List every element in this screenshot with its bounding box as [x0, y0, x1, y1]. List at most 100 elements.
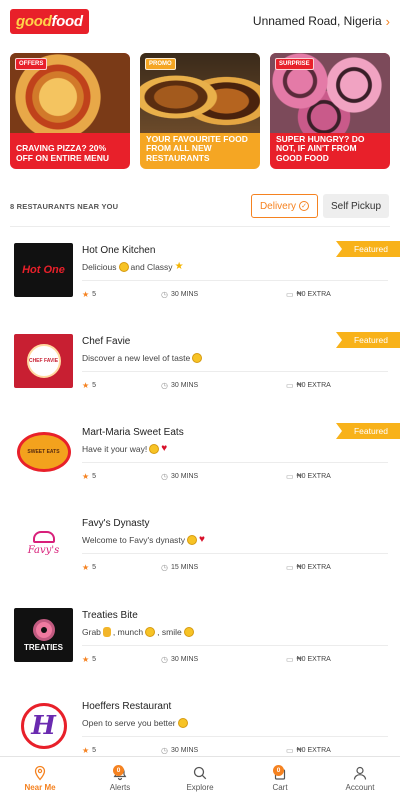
- restaurant-name: Hoeffers Restaurant: [82, 701, 172, 712]
- star-emoji-icon: ★: [174, 261, 184, 272]
- star-icon: ★: [82, 563, 90, 572]
- restaurant-logo: Hot One: [14, 243, 73, 297]
- promo-carousel: OFFERS CRAVING PIZZA? 20% OFF ON ENTIRE …: [10, 53, 390, 169]
- restaurant-description: Have it your way! ♥: [82, 444, 167, 454]
- rating-value: 5: [92, 473, 97, 480]
- promo-text: YOUR FAVOURITE FOOD FROM ALL NEW RESTAUR…: [146, 133, 248, 164]
- logo-text: Favy's: [27, 544, 60, 556]
- alerts-badge: 0: [113, 765, 124, 776]
- promo-text: SUPER HUNGRY? DO NOT, IF AIN'T FROM GOOD…: [276, 133, 365, 164]
- delivery-tab[interactable]: Delivery ✓: [251, 194, 318, 218]
- star-icon: ★: [82, 472, 90, 481]
- bottom-nav: Near Me 0 Alerts Explore 0 Cart Account: [0, 756, 400, 800]
- promo-text: CRAVING PIZZA? 20% OFF ON ENTIRE MENU: [16, 143, 110, 164]
- yum-emoji-icon: [192, 353, 203, 363]
- restaurant-name: Chef Favie: [82, 336, 131, 347]
- restaurant-name: Hot One Kitchen: [82, 245, 156, 256]
- yum-emoji-icon: [149, 444, 160, 454]
- delivery-fee: ▭ ₦0 EXTRA: [286, 290, 331, 299]
- delivery-time: ◷ 30 MINS: [161, 472, 198, 481]
- search-icon: [193, 766, 207, 780]
- location-text: Unnamed Road, Nigeria: [252, 14, 382, 28]
- divider: [82, 280, 388, 281]
- fee-tag-icon: ▭: [286, 563, 294, 572]
- restaurant-row-favys-dynasty[interactable]: Favy's Favy's Dynasty Welcome to Favy's …: [0, 505, 400, 593]
- restaurant-list[interactable]: Hot One Hot One Kitchen Delicious and Cl…: [0, 232, 400, 756]
- featured-badge: Featured: [336, 332, 400, 348]
- nav-explore[interactable]: Explore: [160, 757, 240, 800]
- restaurant-logo: TREATIES: [14, 608, 73, 662]
- restaurant-count-label: 8 RESTAURANTS NEAR YOU: [10, 202, 119, 211]
- fee-tag-icon: ▭: [286, 746, 294, 755]
- restaurant-row-chef-favie[interactable]: CHEF FAVIE Chef Favie Discover a new lev…: [0, 323, 400, 411]
- yum-emoji-icon: [118, 262, 129, 272]
- nav-alerts[interactable]: 0 Alerts: [80, 757, 160, 800]
- time-value: 15 MINS: [170, 564, 199, 571]
- location-selector[interactable]: Unnamed Road, Nigeria ›: [253, 14, 390, 29]
- logo-disc: SWEET EATS: [16, 432, 71, 472]
- delivery-fee: ▭ ₦0 EXTRA: [286, 381, 331, 390]
- promo-tag: OFFERS: [15, 58, 48, 70]
- cart-badge: 0: [273, 765, 284, 776]
- restaurant-name: Mart-Maria Sweet Eats: [82, 427, 184, 438]
- restaurant-logo: CHEF FAVIE: [14, 334, 73, 388]
- restaurant-name: Favy's Dynasty: [82, 518, 150, 529]
- restaurant-row-hoeffers-restaurant[interactable]: H Hoeffers Restaurant Open to serve you …: [0, 688, 400, 756]
- self-pickup-tab[interactable]: Self Pickup: [323, 194, 389, 218]
- restaurant-row-hot-one-kitchen[interactable]: Hot One Hot One Kitchen Delicious and Cl…: [0, 232, 400, 320]
- promo-tag: PROMO: [145, 58, 176, 70]
- logo-text: TREATIES: [24, 642, 63, 652]
- promo-card-promo[interactable]: PROMO YOUR FAVOURITE FOOD FROM ALL NEW R…: [140, 53, 260, 169]
- clock-icon: ◷: [161, 472, 168, 481]
- rating-value: 5: [92, 747, 97, 754]
- restaurant-description: Delicious and Classy ★: [82, 262, 184, 272]
- restaurant-row-treaties-bite[interactable]: TREATIES Treaties Bite Grab , munch , sm…: [0, 597, 400, 685]
- restaurant-row-mart-maria-sweet-eats[interactable]: SWEET EATS Mart-Maria Sweet Eats Have it…: [0, 414, 400, 502]
- divider: [82, 371, 388, 372]
- app-header: goodfood Unnamed Road, Nigeria ›: [0, 0, 400, 42]
- nav-account[interactable]: Account: [320, 757, 400, 800]
- clock-icon: ◷: [161, 381, 168, 390]
- location-pin-icon: [34, 765, 46, 781]
- logo-ring: H: [20, 703, 67, 749]
- delivery-time: ◷ 15 MINS: [161, 563, 198, 572]
- heart-emoji-icon: ♥: [161, 443, 168, 454]
- logo-text: Hot One: [22, 264, 65, 276]
- rating-value: 5: [92, 564, 97, 571]
- time-value: 30 MINS: [170, 747, 199, 754]
- yum-emoji-icon: [145, 627, 156, 637]
- rating: ★ 5: [82, 472, 96, 481]
- restaurant-description: Discover a new level of taste: [82, 353, 203, 363]
- fist-emoji-icon: [102, 627, 111, 637]
- nav-label: Near Me: [24, 783, 56, 792]
- desc-text: and Classy: [130, 262, 173, 272]
- desc-text: Welcome to Favy's dynasty: [82, 535, 186, 545]
- fee-value: ₦0 EXTRA: [296, 656, 331, 663]
- time-value: 30 MINS: [170, 382, 199, 389]
- restaurant-description: Grab , munch , smile: [82, 627, 194, 637]
- desc-text: Discover a new level of taste: [82, 353, 191, 363]
- chevron-right-icon: ›: [385, 13, 390, 29]
- promo-card-surprise[interactable]: SURPRISE SUPER HUNGRY? DO NOT, IF AIN'T …: [270, 53, 390, 169]
- desc-text: , munch: [112, 627, 144, 637]
- featured-badge: Featured: [336, 241, 400, 257]
- nav-cart[interactable]: 0 Cart: [240, 757, 320, 800]
- goodfood-logo[interactable]: goodfood: [10, 8, 89, 34]
- delivery-fee: ▭ ₦0 EXTRA: [286, 563, 331, 572]
- clock-icon: ◷: [161, 563, 168, 572]
- nav-label: Explore: [186, 783, 214, 792]
- promo-card-offers[interactable]: OFFERS CRAVING PIZZA? 20% OFF ON ENTIRE …: [10, 53, 130, 169]
- delivery-time: ◷ 30 MINS: [161, 655, 198, 664]
- delivery-time: ◷ 30 MINS: [161, 381, 198, 390]
- clock-icon: ◷: [161, 655, 168, 664]
- rating-value: 5: [92, 656, 97, 663]
- restaurant-logo: Favy's: [14, 516, 73, 570]
- star-icon: ★: [82, 655, 90, 664]
- user-icon: [353, 766, 367, 780]
- restaurant-logo: H: [14, 699, 73, 753]
- check-circle-icon: ✓: [299, 201, 310, 211]
- nav-near-me[interactable]: Near Me: [0, 757, 80, 800]
- divider: [82, 645, 388, 646]
- fee-tag-icon: ▭: [286, 290, 294, 299]
- fee-value: ₦0 EXTRA: [296, 473, 331, 480]
